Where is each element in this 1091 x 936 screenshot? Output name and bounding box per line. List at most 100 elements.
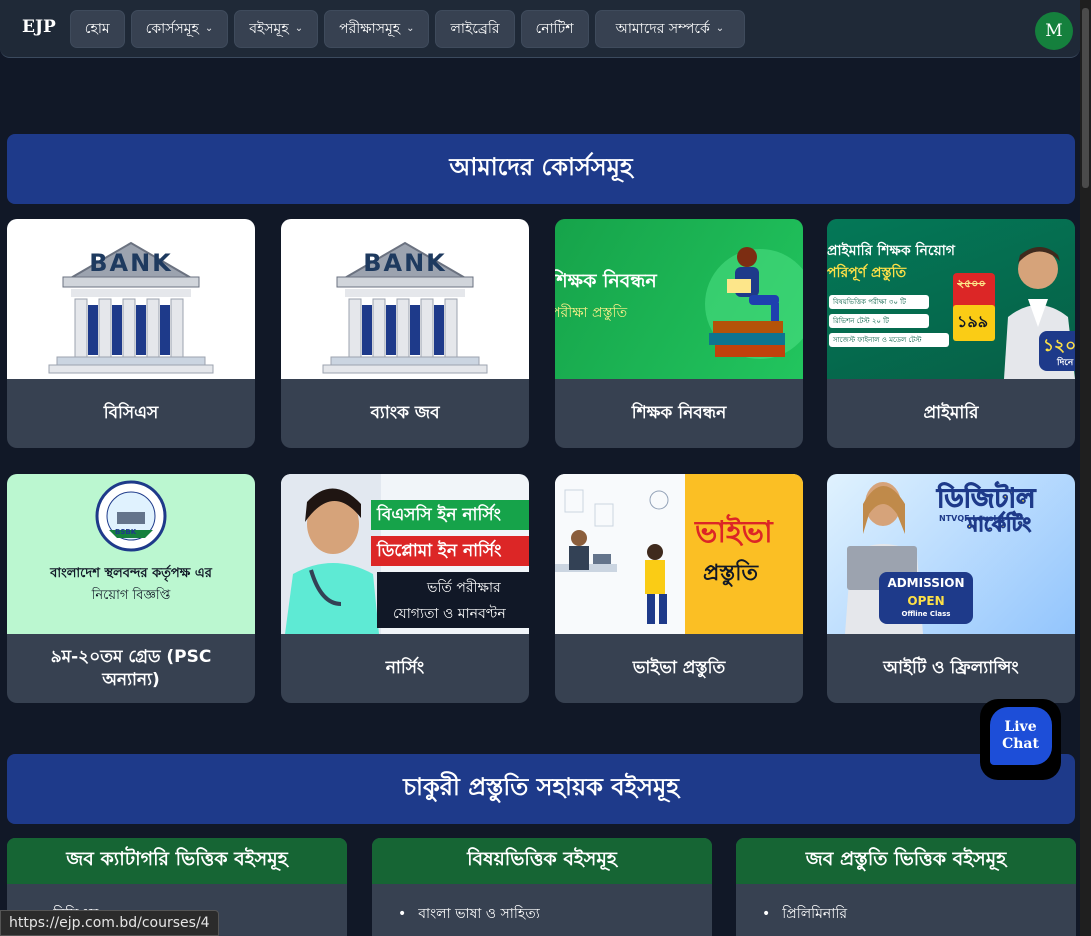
reading-student-icon (709, 247, 785, 357)
banner-bullet: রিভিশন টেস্ট ২০ টি (829, 314, 929, 328)
price-new: ১৯৯ (957, 312, 989, 331)
link-status-url: https://ejp.com.bd/courses/4 (0, 910, 219, 936)
course-image-viva: ভাইভা প্রস্তুতি (555, 474, 803, 634)
interview-scene-icon (555, 474, 685, 634)
course-image-bank: BANK (281, 219, 529, 379)
course-image-bsbk: BSBK বাংলাদেশ স্থলবন্দর কর্তৃপক্ষ এর নিয… (7, 474, 255, 634)
nav-label: লাইব্রেরি (450, 20, 500, 37)
course-card-bank-job[interactable]: BANK ব্যাংক জব (281, 219, 529, 448)
banner-headline: বাংলাদেশ স্থলবন্দর কর্তৃপক্ষ এর (50, 566, 212, 581)
book-list: প্রিলিমিনারি (736, 884, 1076, 926)
course-card-label: শিক্ষক নিবন্ধন (631, 403, 727, 424)
banner-subline: মার্কেটিং (966, 512, 1032, 537)
book-column-title: জব ক্যাটাগরি ভিত্তিক বইসমূহ (7, 838, 347, 884)
brand-logo[interactable]: EJP (22, 17, 56, 37)
banner-green-bar: বিএসসি ইন নার্সিং (371, 500, 529, 530)
book-category-preparation: জব প্রস্তুতি ভিত্তিক বইসমূহ প্রিলিমিনারি (736, 838, 1076, 936)
user-avatar[interactable]: M (1035, 12, 1073, 50)
course-card-label: ভাইভা প্রস্তুতি (632, 658, 726, 679)
admission-text: ADMISSION (887, 576, 965, 590)
banner-line: ডিপ্লোমা ইন নার্সিং (377, 541, 502, 561)
nav-courses-dropdown[interactable]: কোর্সসমূহ ⌄ (130, 9, 229, 48)
open-text: OPEN (907, 594, 945, 608)
bsbk-emblem-icon (95, 480, 167, 552)
nav-label: বইসমূহ (249, 20, 289, 37)
banner-headline: ভাইভা (695, 515, 773, 550)
page-scrollbar[interactable] (1080, 0, 1091, 936)
nav-exams-dropdown[interactable]: পরীক্ষাসমূহ ⌄ (324, 9, 430, 48)
book-column-title: জব প্রস্তুতি ভিত্তিক বইসমূহ (736, 838, 1076, 884)
live-chat-button[interactable]: Live Chat (980, 699, 1061, 780)
course-image-teacher: শিক্ষক নিবন্ধন পরীক্ষা প্রস্তুতি (555, 219, 803, 379)
live-chat-line2: Chat (1002, 736, 1039, 752)
course-card-primary[interactable]: প্রাইমারি শিক্ষক নিয়োগ পরিপূর্ণ প্রস্তু… (827, 219, 1075, 448)
courses-section-title: আমাদের কোর্সসমূহ (7, 134, 1075, 204)
course-card-nursing[interactable]: বিএসসি ইন নার্সিং ডিপ্লোমা ইন নার্সিং ভর… (281, 474, 529, 703)
banner-line: বিএসসি ইন নার্সিং (377, 505, 501, 525)
course-image-nursing: বিএসসি ইন নার্সিং ডিপ্লোমা ইন নার্সিং ভর… (281, 474, 529, 634)
top-navbar: EJP হোম কোর্সসমূহ ⌄ বইসমূহ ⌄ পরীক্ষাসমূহ ⌄ … (0, 0, 1080, 58)
course-card-viva[interactable]: ভাইভা প্রস্তুতি ভাইভা প্রস্তুতি (555, 474, 803, 703)
course-card-label: বিসিএস (103, 403, 159, 424)
books-section-title: চাকুরী প্রস্তুতি সহায়ক বইসমূহ (7, 754, 1075, 824)
book-list-item[interactable]: বাংলা ভাষা ও সাহিত্য (398, 902, 712, 926)
course-card-label: আইটি ও ফ্রিল্যান্সিং (883, 658, 1019, 679)
days-badge-unit: দিনে (1057, 358, 1074, 368)
course-card-teacher-registration[interactable]: শিক্ষক নিবন্ধন পরীক্ষা প্রস্তুতি শিক্ষক … (555, 219, 803, 448)
course-card-label: ৯ম-২০তম গ্রেড (PSC অন্যান্য) (50, 646, 212, 690)
nav-library[interactable]: লাইব্রেরি (435, 9, 515, 48)
nav-books-dropdown[interactable]: বইসমূহ ⌄ (234, 9, 319, 48)
bank-building-icon (48, 241, 214, 374)
course-card-label: প্রাইমারি (923, 403, 979, 424)
live-chat-line1: Live (1004, 718, 1037, 735)
course-image-primary: প্রাইমারি শিক্ষক নিয়োগ পরিপূর্ণ প্রস্তু… (827, 219, 1075, 379)
offline-class-text: Offline Class (901, 610, 951, 618)
book-list: বাংলা ভাষা ও সাহিত্য (372, 884, 712, 926)
nav-label: নোটিশ (535, 20, 574, 37)
chat-bubble-icon: Live Chat (989, 707, 1052, 765)
banner-headline: প্রাইমারি শিক্ষক নিয়োগ (827, 243, 955, 259)
admission-badge: ADMISSION OPEN Offline Class (879, 572, 973, 624)
banner-subline: প্রস্তুতি (703, 561, 759, 586)
chevron-down-icon: ⌄ (204, 23, 214, 34)
course-card-bcs[interactable]: BANK বিসিএস (7, 219, 255, 448)
emblem-text: BSBK (115, 528, 137, 536)
price-new-box: ১৯৯ (953, 305, 995, 341)
book-list-item[interactable]: প্রিলিমিনারি (762, 902, 1076, 926)
chevron-down-icon: ⌄ (294, 23, 304, 34)
book-category-subject: বিষয়ভিত্তিক বইসমূহ বাংলা ভাষা ও সাহিত্য (372, 838, 712, 936)
nav-label: হোম (84, 20, 110, 37)
chevron-down-icon: ⌄ (406, 23, 415, 34)
banner-bullet: সাজেস্ট ফাইনাল ও মডেল টেস্ট (829, 333, 949, 347)
nav-label: আমাদের সম্পর্কে (615, 20, 710, 37)
days-badge: ১২০ দিনে (1039, 331, 1075, 371)
banner-bullet: বিষয়ভিত্তিক পরীক্ষা ৩০ টি (829, 295, 929, 309)
banner-black-box: ভর্তি পরীক্ষার যোগ্যতা ও মানবণ্টন (377, 572, 529, 628)
nav-label: কোর্সসমূহ (145, 20, 199, 37)
price-old: ২৫০০ (957, 277, 986, 290)
banner-line: যোগ্যতা ও মানবণ্টন (393, 606, 506, 622)
course-image-digital-marketing: ডিজিটাল NTVQF Level-1 মার্কেটিং ADMISSIO… (827, 474, 1075, 634)
nav-notice[interactable]: নোটিশ (520, 9, 589, 48)
bank-building-icon (322, 241, 488, 374)
course-image-bank: BANK (7, 219, 255, 379)
course-card-it-freelancing[interactable]: ডিজিটাল NTVQF Level-1 মার্কেটিং ADMISSIO… (827, 474, 1075, 703)
banner-subline: পরীক্ষা প্রস্তুতি (555, 305, 628, 321)
bank-sign-text: BANK (89, 249, 173, 277)
banner-red-bar: ডিপ্লোমা ইন নার্সিং (371, 536, 529, 566)
nav-label: পরীক্ষাসমূহ (339, 20, 401, 37)
nav-home[interactable]: হোম (69, 9, 125, 48)
nurse-portrait-icon (281, 474, 381, 634)
banner-line: ভর্তি পরীক্ষার (427, 580, 501, 596)
chevron-down-icon: ⌄ (715, 23, 725, 34)
course-card-grade-9-20[interactable]: BSBK বাংলাদেশ স্থলবন্দর কর্তৃপক্ষ এর নিয… (7, 474, 255, 703)
book-column-title: বিষয়ভিত্তিক বইসমূহ (372, 838, 712, 884)
banner-subline: নিয়োগ বিজ্ঞপ্তি (91, 588, 171, 603)
banner-headline: শিক্ষক নিবন্ধন (555, 270, 657, 292)
banner-subline: পরিপূর্ণ প্রস্তুতি (827, 265, 907, 281)
scrollbar-thumb[interactable] (1082, 8, 1089, 188)
nav-about-dropdown[interactable]: আমাদের সম্পর্কে ⌄ (594, 9, 746, 48)
banner-yellow-panel: ভাইভা প্রস্তুতি (685, 474, 803, 634)
course-card-label: নার্সিং (385, 658, 425, 679)
bank-sign-text: BANK (363, 249, 447, 277)
